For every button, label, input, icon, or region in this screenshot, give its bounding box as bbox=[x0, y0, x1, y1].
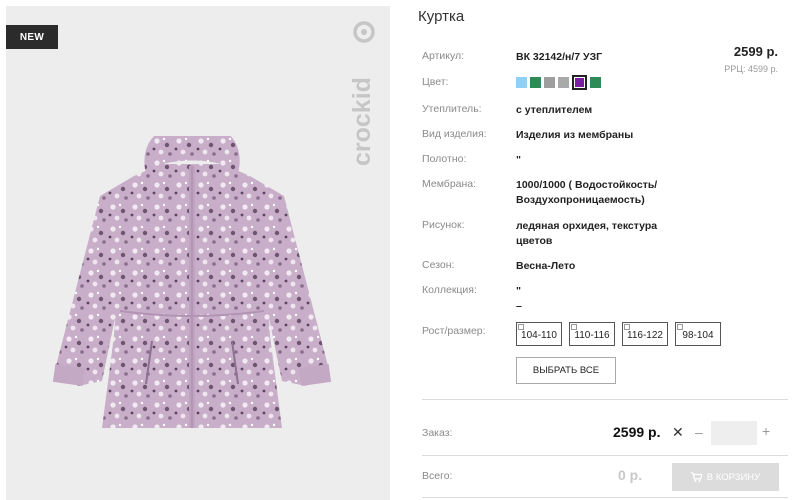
product-image: NEW crockid bbox=[6, 6, 390, 500]
cart-icon bbox=[690, 472, 702, 482]
jacket-image bbox=[52, 136, 332, 428]
checkbox-icon bbox=[571, 324, 577, 330]
divider bbox=[422, 455, 788, 456]
spec-label: Цвет: bbox=[422, 76, 449, 88]
order-label: Заказ: bbox=[422, 427, 453, 439]
product-title: Куртка bbox=[418, 8, 465, 25]
total-label: Всего: bbox=[422, 470, 453, 482]
color-swatch[interactable] bbox=[558, 77, 569, 88]
quantity-input[interactable] bbox=[711, 421, 757, 445]
spec-value: " – bbox=[516, 284, 686, 314]
size-option[interactable]: 110-116 bbox=[569, 322, 615, 346]
checkbox-icon bbox=[518, 324, 524, 330]
spec-value: ВК 32142/н/7 УЗГ bbox=[516, 51, 603, 63]
checkbox-icon bbox=[624, 324, 630, 330]
spec-label: Артикул: bbox=[422, 50, 465, 62]
color-swatch-selected[interactable] bbox=[572, 75, 587, 90]
spec-value: ледяная орхидея, текстура цветов bbox=[516, 220, 658, 247]
spec-label: Сезон: bbox=[422, 259, 455, 271]
new-badge: NEW bbox=[6, 25, 58, 49]
size-label: Рост/размер: bbox=[422, 325, 486, 337]
brand-logo-text: crockid bbox=[348, 77, 376, 166]
divider bbox=[422, 399, 788, 400]
spec-value-line: " bbox=[516, 285, 521, 297]
color-swatch[interactable] bbox=[544, 77, 555, 88]
total-price: 0 р. bbox=[618, 467, 643, 483]
spec-value: Изделия из мембраны bbox=[516, 129, 634, 141]
color-swatch[interactable] bbox=[516, 77, 527, 88]
select-all-button[interactable]: ВЫБРАТЬ ВСЕ bbox=[516, 357, 616, 384]
brand-logo: crockid bbox=[348, 21, 376, 166]
spec-label: Рисунок: bbox=[422, 219, 465, 231]
add-to-cart-button[interactable]: В КОРЗИНУ bbox=[672, 463, 779, 491]
size-option-label: 104-110 bbox=[521, 329, 557, 341]
spec-value: с утеплителем bbox=[516, 104, 593, 116]
spec-label: Вид изделия: bbox=[422, 128, 487, 140]
decrease-button[interactable]: – bbox=[695, 424, 703, 440]
spec-label: Полотно: bbox=[422, 153, 467, 165]
color-swatches bbox=[516, 75, 601, 90]
size-options: 104-110 110-116 116-122 98-104 bbox=[516, 322, 721, 346]
spec-value-line: – bbox=[516, 300, 522, 312]
color-swatch[interactable] bbox=[590, 77, 601, 88]
size-option[interactable]: 104-110 bbox=[516, 322, 562, 346]
spec-label: Утеплитель: bbox=[422, 103, 482, 115]
size-option-label: 116-122 bbox=[627, 329, 663, 341]
size-option-label: 98-104 bbox=[682, 329, 714, 341]
size-option[interactable]: 98-104 bbox=[675, 322, 721, 346]
spec-value: Весна-Лето bbox=[516, 260, 576, 272]
size-option[interactable]: 116-122 bbox=[622, 322, 668, 346]
order-price: 2599 р. bbox=[613, 424, 661, 440]
spec-label: Мембрана: bbox=[422, 178, 477, 190]
add-to-cart-label: В КОРЗИНУ bbox=[706, 471, 761, 483]
remove-icon[interactable]: ✕ bbox=[672, 424, 684, 441]
size-option-label: 110-116 bbox=[574, 329, 610, 341]
increase-button[interactable]: + bbox=[762, 423, 770, 439]
spec-value: " bbox=[516, 154, 521, 166]
recommended-retail-price: РРЦ: 4599 р. bbox=[724, 64, 778, 74]
color-swatch[interactable] bbox=[530, 77, 541, 88]
checkbox-icon bbox=[677, 324, 683, 330]
product-price: 2599 р. bbox=[733, 44, 778, 59]
divider bbox=[422, 497, 788, 498]
spec-label: Коллекция: bbox=[422, 284, 477, 296]
spec-value: 1000/1000 ( Водостойкость/ Воздухопрониц… bbox=[516, 179, 658, 206]
